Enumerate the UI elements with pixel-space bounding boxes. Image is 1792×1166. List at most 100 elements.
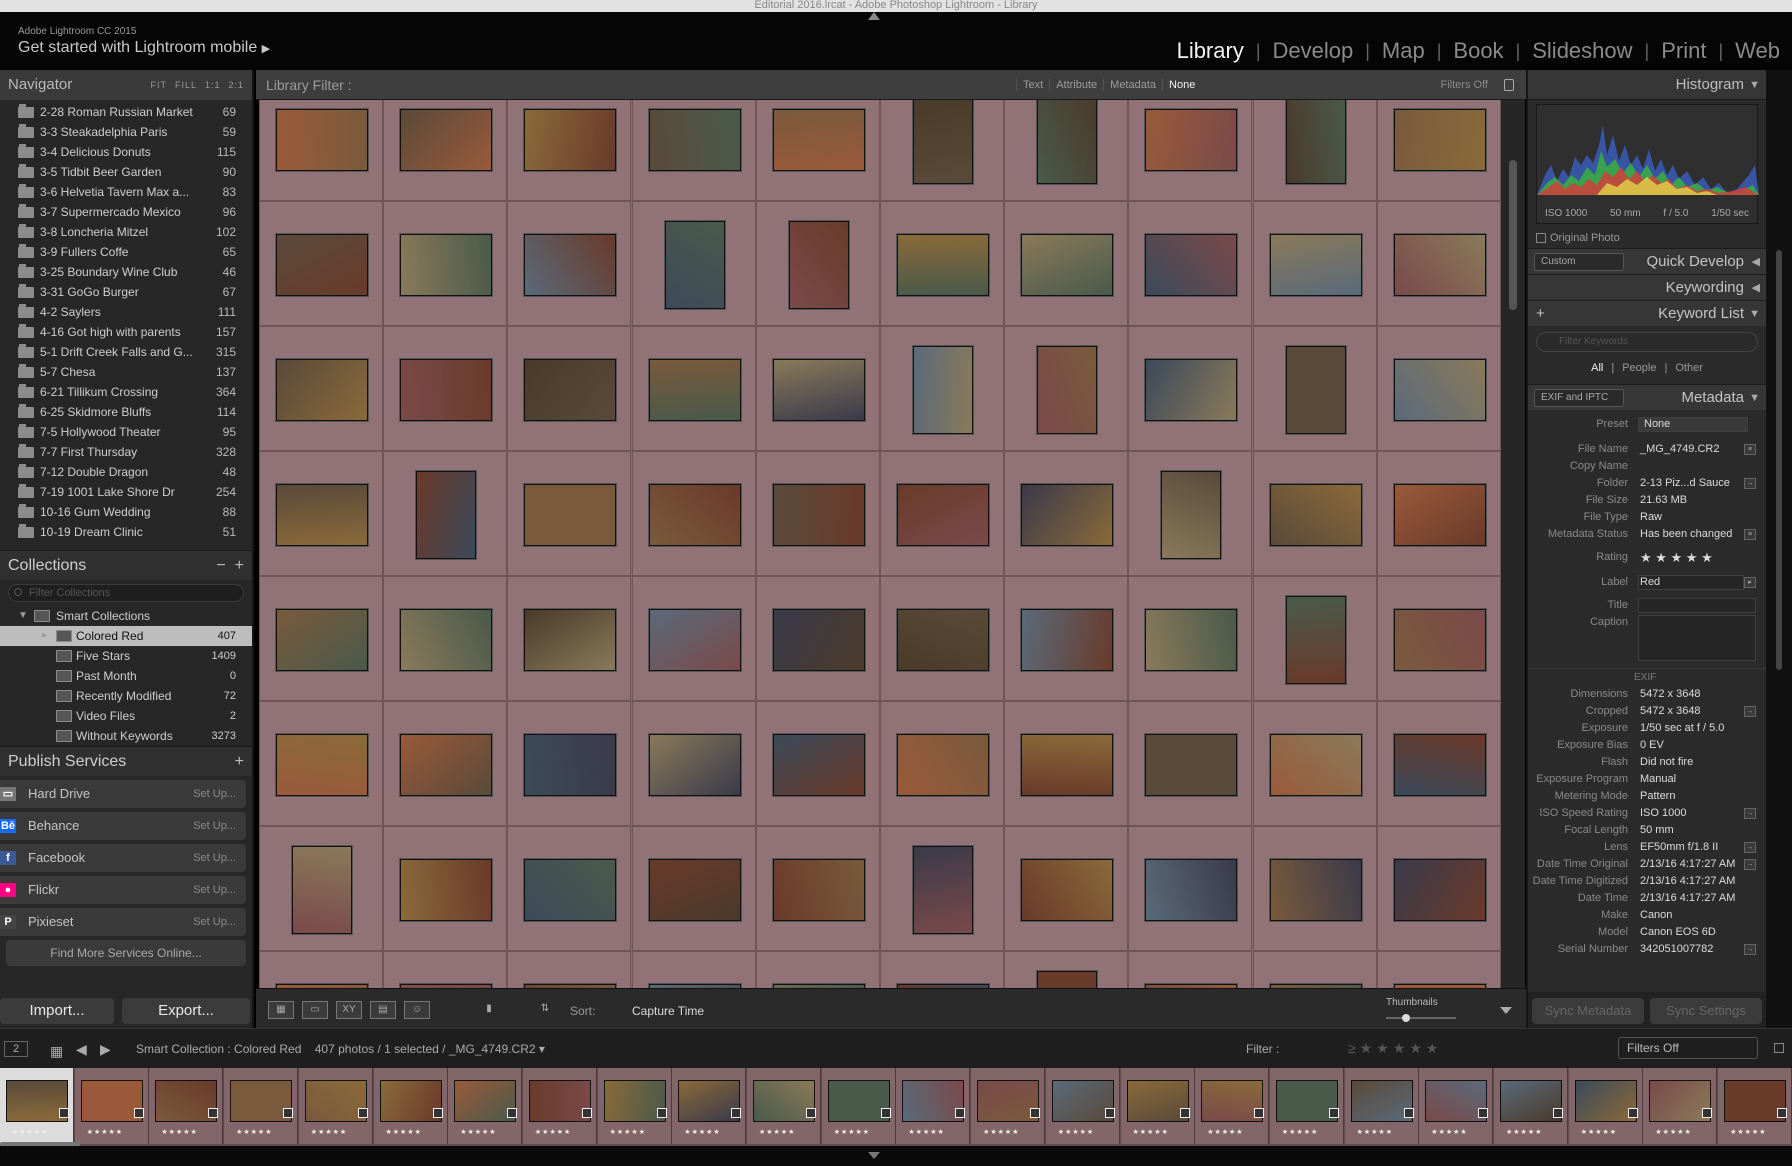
develop-badge-icon[interactable] <box>731 1108 742 1118</box>
photo-thumbnail[interactable] <box>1393 233 1486 296</box>
grid-cell[interactable] <box>880 451 1004 576</box>
photo-thumbnail[interactable] <box>400 358 493 421</box>
filter-option-none[interactable]: None <box>1162 79 1202 91</box>
exif-action-icon[interactable]: → <box>1744 842 1756 853</box>
grid-cell[interactable] <box>383 451 508 576</box>
right-panel-scrollbar[interactable] <box>1766 70 1792 1028</box>
metadata-action-icon[interactable]: → <box>1744 478 1756 489</box>
grid-cell[interactable] <box>631 826 756 951</box>
filmstrip-cell[interactable]: ★★★★★ <box>1419 1068 1494 1144</box>
photo-thumbnail[interactable] <box>772 858 865 921</box>
sort-direction-icon[interactable]: ⇅ <box>530 1001 560 1019</box>
grid-cell[interactable] <box>507 451 632 576</box>
publish-service-row[interactable]: Bē Behance Set Up... <box>0 812 246 840</box>
publish-service-row[interactable]: f Facebook Set Up... <box>0 844 246 872</box>
photo-thumbnail[interactable] <box>1021 608 1114 671</box>
filmstrip-cell[interactable]: ★★★★★ <box>1045 1068 1120 1144</box>
photo-thumbnail[interactable] <box>897 733 989 796</box>
filmstrip-cell[interactable]: ★★★★★ <box>522 1068 597 1144</box>
right-panel-scroll-thumb[interactable] <box>1776 250 1782 670</box>
rating-filter-stars[interactable]: ≥★★★★★ <box>1348 1040 1442 1057</box>
sort-dropdown[interactable]: Capture Time <box>632 1004 704 1018</box>
smart-collection-item[interactable]: Five Stars 1409 <box>0 646 252 666</box>
grid-cell[interactable] <box>259 951 383 988</box>
grid-cell[interactable] <box>1128 451 1253 576</box>
grid-cell[interactable] <box>383 701 508 826</box>
photo-thumbnail[interactable] <box>1269 233 1362 296</box>
set-up-button[interactable]: Set Up... <box>193 844 236 872</box>
grid-cell[interactable] <box>507 326 632 451</box>
secondary-window-button[interactable]: 2 <box>4 1041 28 1057</box>
develop-badge-icon[interactable] <box>581 1108 592 1118</box>
filmstrip-cell[interactable]: ★★★★★ <box>74 1068 149 1144</box>
slider-knob[interactable] <box>1402 1014 1410 1022</box>
develop-badge-icon[interactable] <box>1030 1108 1041 1118</box>
filmstrip-cell[interactable]: ★★★★★ <box>0 1068 74 1144</box>
folder-row[interactable]: 3-7 Supermercado Mexico 96 <box>0 202 252 222</box>
photo-thumbnail[interactable] <box>664 220 725 309</box>
thumbnail-size-slider[interactable] <box>1386 1014 1456 1022</box>
develop-badge-icon[interactable] <box>507 1108 518 1118</box>
develop-badge-icon[interactable] <box>955 1108 966 1118</box>
grid-cell[interactable] <box>631 100 756 201</box>
photo-thumbnail[interactable] <box>292 845 352 934</box>
photo-thumbnail[interactable] <box>772 358 865 421</box>
photo-thumbnail[interactable] <box>276 733 368 796</box>
grid-cell[interactable] <box>259 826 383 951</box>
folder-row[interactable]: 4-16 Got high with parents 157 <box>0 322 252 342</box>
develop-badge-icon[interactable] <box>1627 1108 1638 1118</box>
exif-action-icon[interactable]: → <box>1744 944 1756 955</box>
photo-thumbnail[interactable] <box>1145 358 1238 421</box>
grid-cell[interactable] <box>1376 951 1501 988</box>
grid-cell[interactable] <box>755 201 880 326</box>
photo-thumbnail[interactable] <box>1393 483 1486 546</box>
photo-thumbnail[interactable] <box>913 345 973 434</box>
metadata-header[interactable]: EXIF and IPTC Metadata ▼ <box>1528 384 1766 410</box>
grid-cell[interactable] <box>259 201 383 326</box>
photo-thumbnail[interactable] <box>524 233 617 296</box>
expand-icon[interactable]: ◀ <box>1752 275 1760 301</box>
filter-option-text[interactable]: Text <box>1016 79 1050 91</box>
photo-thumbnail[interactable] <box>1269 483 1362 546</box>
photo-thumbnail[interactable] <box>400 608 493 671</box>
filmstrip-source[interactable]: Smart Collection : Colored Red 407 photo… <box>136 1042 545 1056</box>
folder-row[interactable]: 3-3 Steakadelphia Paris 59 <box>0 122 252 142</box>
set-up-button[interactable]: Set Up... <box>193 780 236 808</box>
photo-thumbnail[interactable] <box>1037 100 1098 184</box>
photo-thumbnail[interactable] <box>648 358 741 421</box>
smart-collection-item[interactable]: Recently Modified 72 <box>0 686 252 706</box>
photo-thumbnail[interactable] <box>1269 858 1362 921</box>
disclosure-triangle-icon[interactable]: ▼ <box>18 606 28 626</box>
grid-cell[interactable] <box>259 451 383 576</box>
filter-keywords-input[interactable]: Filter Keywords <box>1536 332 1758 352</box>
grid-cell[interactable] <box>1252 951 1377 988</box>
folder-row[interactable]: 3-6 Helvetia Tavern Max a... 83 <box>0 182 252 202</box>
filmstrip-cell[interactable]: ★★★★★ <box>672 1068 747 1144</box>
photo-thumbnail[interactable] <box>1393 108 1486 171</box>
grid-cell[interactable] <box>1128 951 1253 988</box>
photo-thumbnail[interactable] <box>276 358 368 421</box>
keyword-list-header[interactable]: + Keyword List ▼ <box>1528 300 1766 326</box>
grid-cell[interactable] <box>1004 451 1129 576</box>
develop-badge-icon[interactable] <box>880 1108 891 1118</box>
spray-can-icon[interactable]: ▮ <box>482 1001 496 1019</box>
filmstrip-cell[interactable]: ★★★★★ <box>448 1068 523 1144</box>
photo-thumbnail[interactable] <box>524 608 617 671</box>
grid-cell[interactable] <box>1252 451 1377 576</box>
grid-cell[interactable] <box>259 100 383 201</box>
grid-cell[interactable] <box>383 326 508 451</box>
filmstrip-cell[interactable]: ★★★★★ <box>597 1068 672 1144</box>
compare-view-icon[interactable]: XY <box>336 1001 362 1019</box>
filmstrip-filter-toggle-icon[interactable] <box>1774 1043 1784 1053</box>
grid-cell[interactable] <box>1128 100 1253 201</box>
photo-thumbnail[interactable] <box>276 108 368 171</box>
smart-collection-item[interactable]: Past Month 0 <box>0 666 252 686</box>
folder-row[interactable]: 3-25 Boundary Wine Club 46 <box>0 262 252 282</box>
grid-cell[interactable] <box>755 451 880 576</box>
grid-cell[interactable] <box>1128 826 1253 951</box>
photo-thumbnail[interactable] <box>1145 858 1238 921</box>
photo-thumbnail[interactable] <box>913 100 973 184</box>
photo-thumbnail[interactable] <box>524 483 617 546</box>
navigator-zoom-options[interactable]: FIT FILL 1:1 2:1 <box>142 70 244 100</box>
filters-off-dropdown[interactable]: Filters Off <box>1441 70 1488 100</box>
